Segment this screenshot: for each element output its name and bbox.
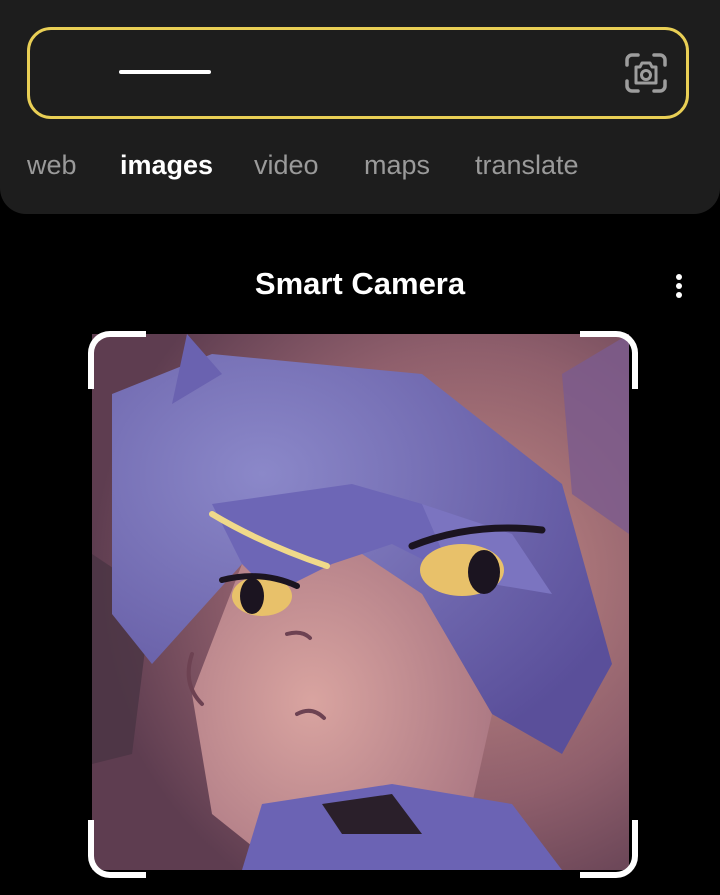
more-options-button[interactable] <box>664 268 694 304</box>
top-bar: web images video maps translate <box>0 0 720 214</box>
captured-image <box>92 334 629 870</box>
search-tabs: web images video maps translate <box>0 140 720 214</box>
scan-frame-corner-bottom-right <box>580 820 638 878</box>
tab-maps[interactable]: maps <box>364 150 430 181</box>
active-tab-indicator <box>119 70 211 74</box>
camera-icon[interactable] <box>624 52 668 94</box>
page-title: Smart Camera <box>254 266 466 301</box>
scan-frame-corner-bottom-left <box>88 820 146 878</box>
tab-web[interactable]: web <box>27 150 77 181</box>
tab-images[interactable]: images <box>120 150 213 181</box>
scan-frame-corner-top-right <box>580 331 638 389</box>
more-vertical-icon <box>676 274 682 280</box>
search-input[interactable] <box>52 30 616 118</box>
tab-video[interactable]: video <box>254 150 319 181</box>
scan-frame-corner-top-left <box>88 331 146 389</box>
camera-preview-image[interactable] <box>92 334 629 870</box>
tab-translate[interactable]: translate <box>475 150 579 181</box>
